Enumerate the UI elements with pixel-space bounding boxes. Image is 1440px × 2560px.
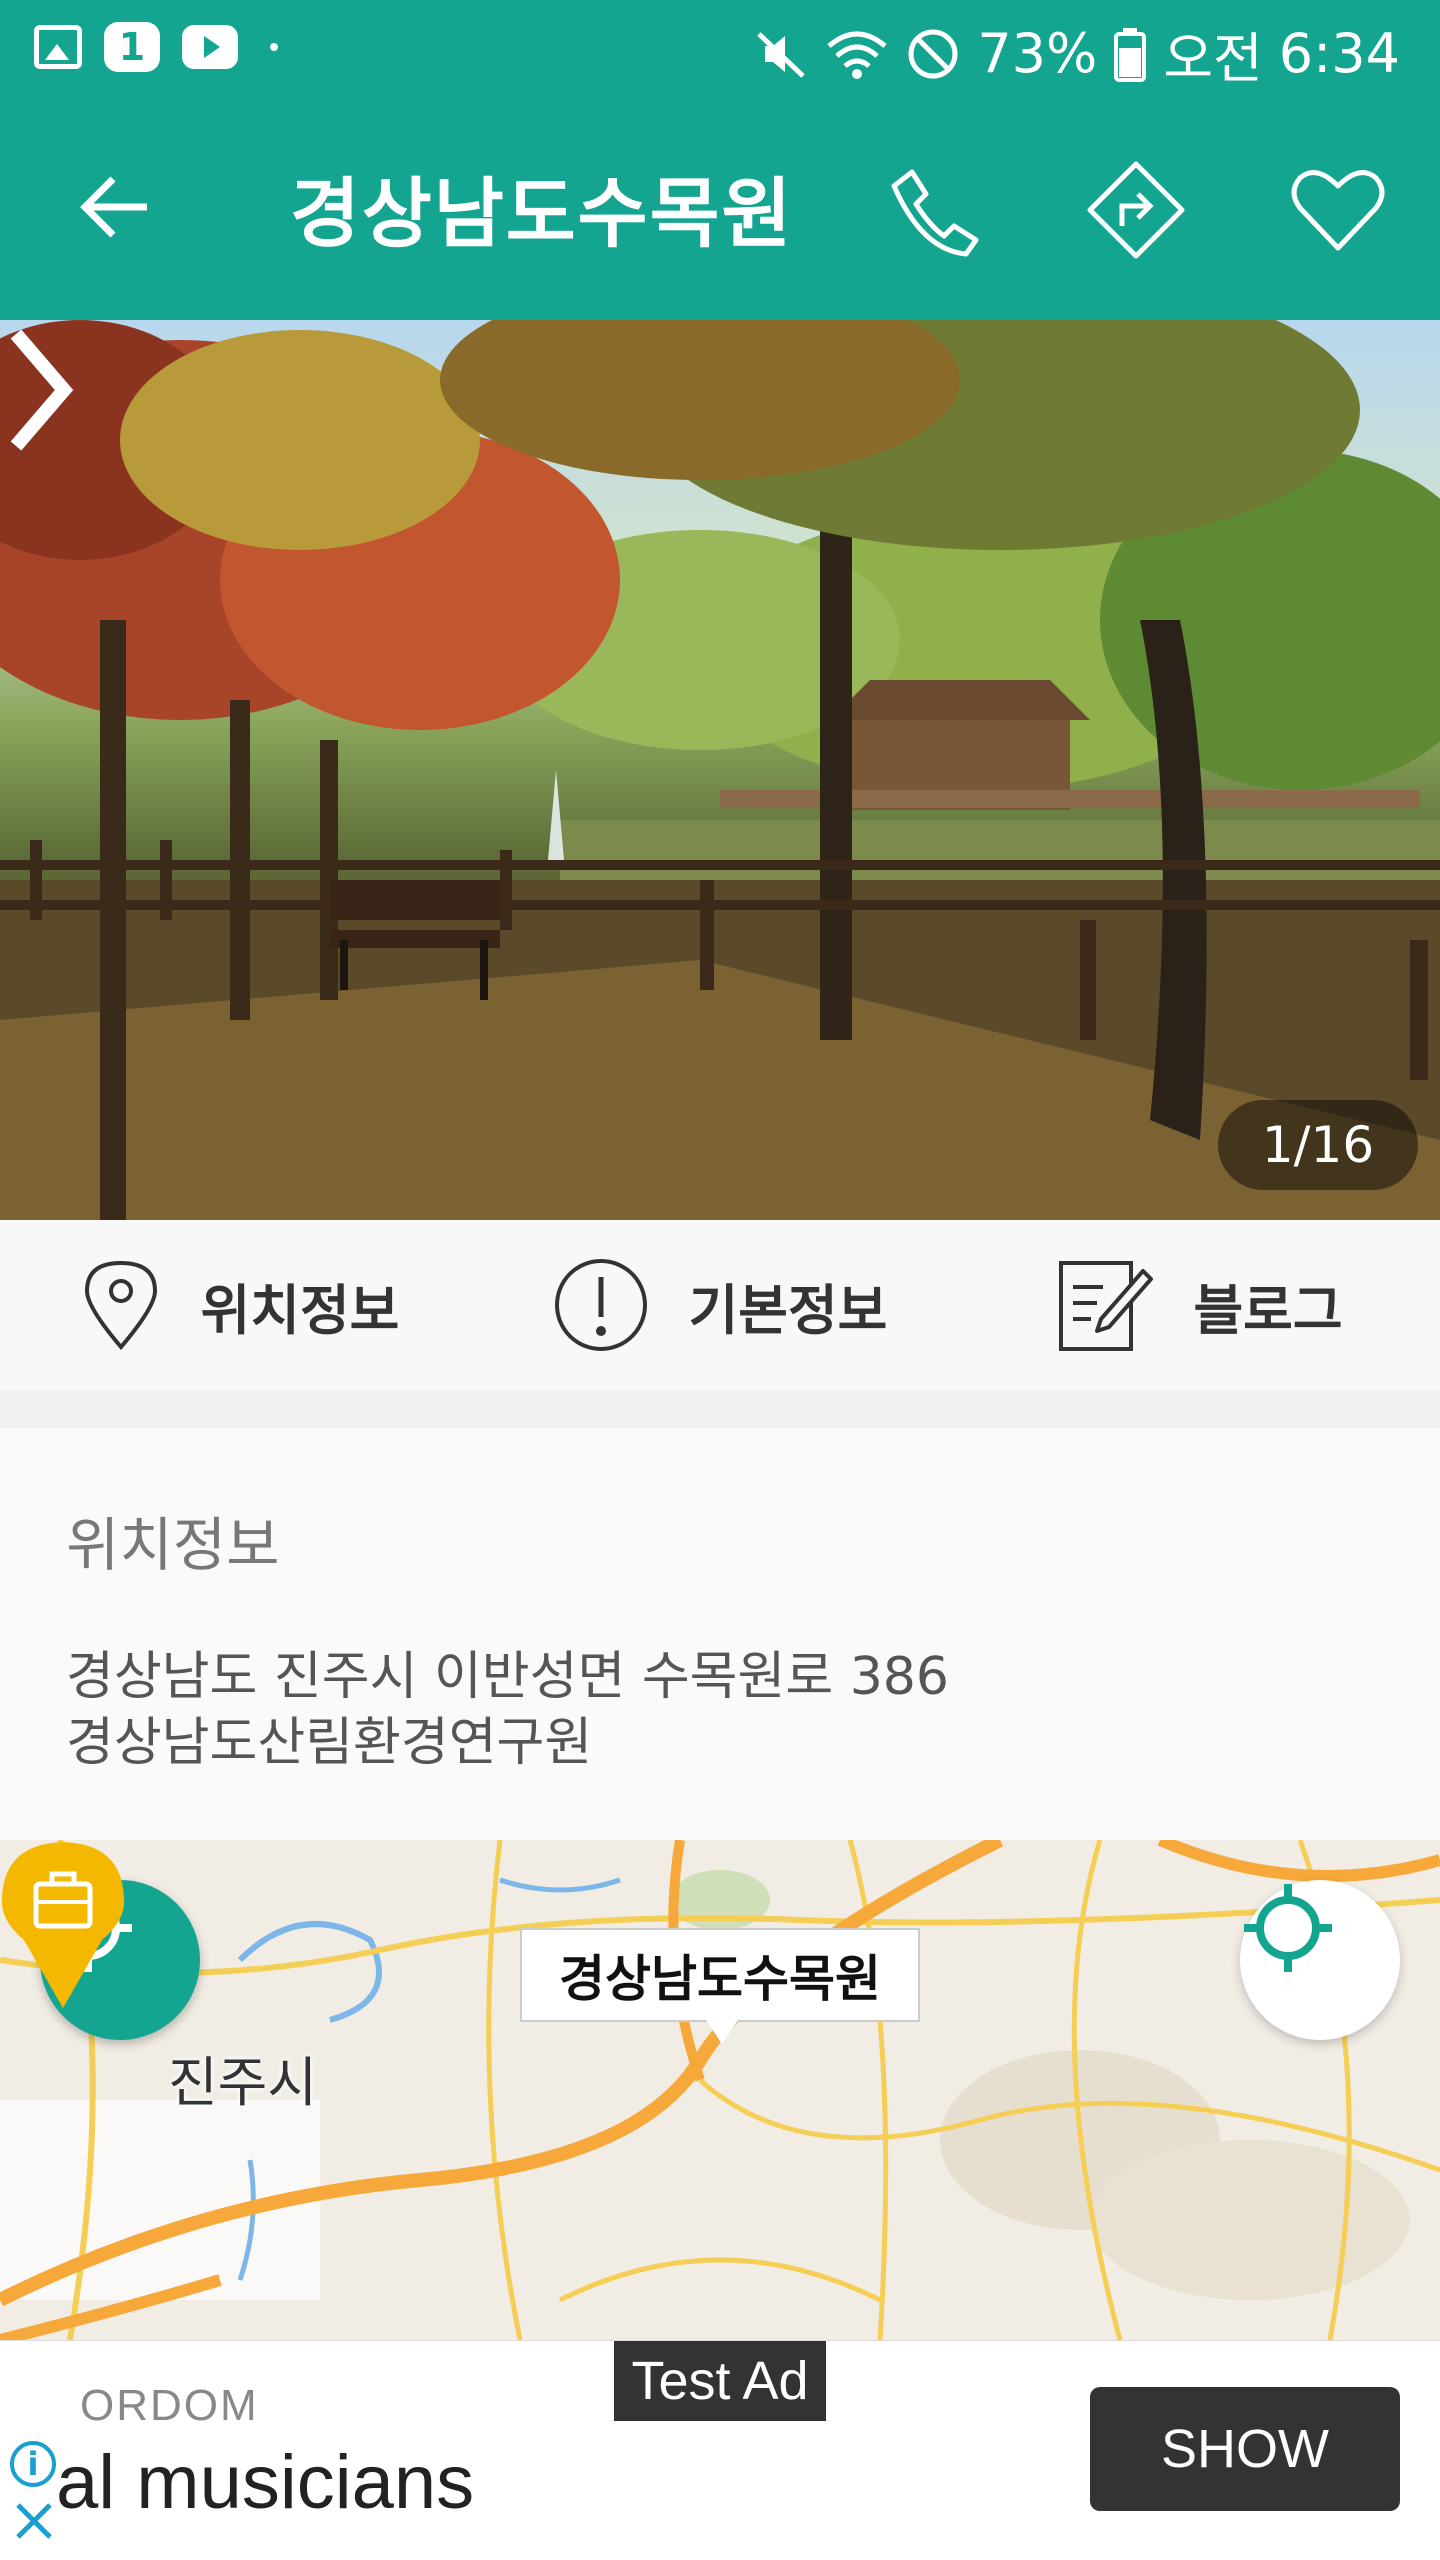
map-city-label: 진주시 [168,2051,318,2114]
mute-icon [757,31,806,78]
favorite-button[interactable] [1278,150,1398,270]
ad-info-icon[interactable]: i [10,2441,56,2487]
ad-headline: al musicians [56,2440,475,2525]
address-line-1: 경상남도 진주시 이반성면 수목원로 386 [66,1647,949,1707]
next-photo-icon[interactable] [0,320,80,460]
location-section-title: 위치정보 [66,1511,280,1579]
tab-basic-info[interactable]: 기본정보 [480,1220,960,1390]
ad-close-icon[interactable] [12,2499,56,2543]
back-button[interactable] [70,162,160,252]
blog-edit-icon [1059,1261,1154,1351]
park-photo [0,320,1440,1220]
status-right: 73% 오전 6:34 [753,14,1400,93]
battery-icon [1114,27,1147,82]
briefcase-pin-icon[interactable] [0,1840,126,2010]
wifi-icon [827,31,887,79]
ad-show-button[interactable]: SHOW [1090,2387,1400,2511]
more-notifications-dot [270,43,278,51]
phone-icon [891,169,979,257]
photo-counter: 1/16 [1218,1100,1418,1190]
battery-percent: 73% [977,22,1098,85]
map-place-callout[interactable]: 경상남도수목원 [520,1928,920,2044]
ad-brand: ORDOM [80,2381,259,2430]
tab-basic-info-label: 기본정보 [688,1278,888,1342]
status-bar: 1 73% 오전 6:34 [0,0,1440,100]
directions-icon [1087,161,1185,259]
tab-location[interactable]: 위치정보 [0,1220,480,1390]
status-ampm: 오전 [1163,27,1263,90]
back-arrow-icon [80,176,147,238]
address-line-2: 경상남도산림환경연구원 [66,1713,593,1773]
heart-icon [1291,170,1385,251]
status-time: 6:34 [1278,22,1400,85]
test-ad-label: Test Ad [614,2341,826,2421]
call-button[interactable] [874,150,994,270]
section-divider [0,1390,1440,1428]
one-badge-icon: 1 [104,22,160,72]
info-tabs: 위치정보 기본정보 블로그 [0,1220,1440,1390]
address: 경상남도 진주시 이반성면 수목원로 386 경상남도산림환경연구원 [66,1644,949,1776]
map-view[interactable]: 경상남도수목원 진주시 [0,1840,1440,2340]
center-place-button[interactable] [1240,1880,1400,2040]
status-left: 1 [34,22,278,72]
location-section: 위치정보 경상남도 진주시 이반성면 수목원로 386 경상남도산림환경연구원 [0,1428,1440,1840]
crosshair-icon [1244,1884,1332,1972]
page-title: 경상남도수목원 [290,169,794,258]
tab-blog[interactable]: 블로그 [960,1220,1440,1390]
app-bar: 경상남도수목원 [0,100,1440,320]
image-icon [34,25,82,69]
location-pin-icon [84,1260,157,1351]
directions-button[interactable] [1076,150,1196,270]
ad-banner[interactable]: Test Ad ORDOM al musicians SHOW i [0,2340,1440,2560]
photo-carousel[interactable]: 1/16 [0,320,1440,1220]
block-icon [908,29,958,78]
tab-blog-label: 블로그 [1193,1278,1343,1342]
tab-location-label: 위치정보 [200,1278,400,1342]
info-alert-icon [554,1259,647,1351]
youtube-icon [182,25,238,69]
